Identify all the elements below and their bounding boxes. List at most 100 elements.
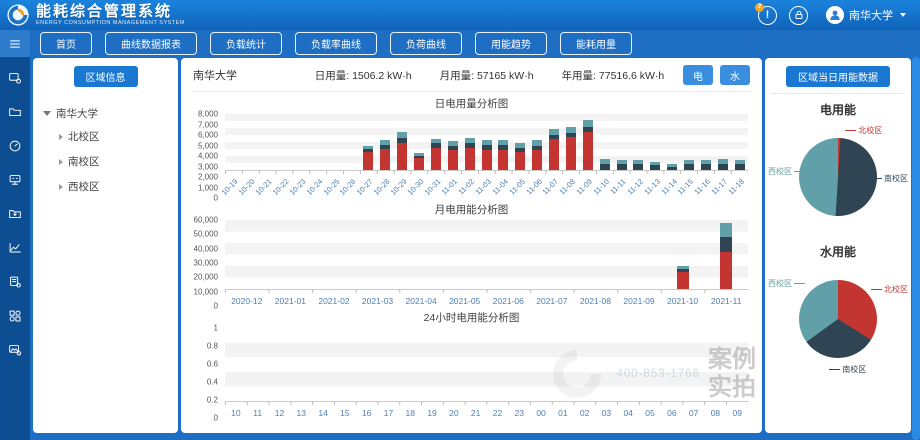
stacked-bar-2021-02[interactable]: [328, 220, 340, 289]
stacked-bar-2021-09[interactable]: [633, 220, 645, 289]
stacked-bar-10-22[interactable]: [279, 114, 289, 170]
stacked-bar-11-10[interactable]: [600, 114, 610, 170]
sidebar-item-image-config[interactable]: [0, 336, 30, 363]
tree-node-1[interactable]: 北校区: [41, 124, 170, 149]
nav-tab-4[interactable]: 负载率曲线: [295, 32, 377, 55]
nav-tab-2[interactable]: 曲线数据报表: [105, 32, 197, 55]
sidebar-item-line-chart[interactable]: [0, 234, 30, 261]
sidebar-item-report-config[interactable]: [0, 268, 30, 295]
sidebar-item-dashboard-config[interactable]: [0, 64, 30, 91]
lock-button[interactable]: [789, 6, 808, 25]
stacked-bar-11-13[interactable]: [650, 114, 660, 170]
stacked-bar-11-08[interactable]: [566, 114, 576, 170]
stacked-bar-11-01[interactable]: [448, 114, 458, 170]
bar-segment-南校区: [720, 237, 732, 251]
stacked-bar-10-25[interactable]: [330, 114, 340, 170]
stacked-bar-11-07[interactable]: [549, 114, 559, 170]
stacked-bar-2021-08[interactable]: [589, 220, 601, 289]
pie-label-north: 北校区: [845, 125, 882, 136]
user-menu[interactable]: 南华大学: [826, 6, 906, 24]
sidebar-item-display[interactable]: [0, 166, 30, 193]
stacked-bar-11-14[interactable]: [667, 114, 677, 170]
bar-slot: [546, 114, 563, 170]
sidebar-item-download-folder[interactable]: [0, 200, 30, 227]
stacked-bar-11-02[interactable]: [465, 114, 475, 170]
energy-button-2[interactable]: 水: [720, 65, 750, 85]
caret-right-icon: [59, 159, 63, 165]
scrollbar[interactable]: [912, 57, 920, 440]
y-tick-label: 0: [214, 302, 218, 311]
stacked-bar-10-26[interactable]: [347, 114, 357, 170]
x-tick-label: 2021-03: [356, 293, 400, 306]
nav-tab-3[interactable]: 负载统计: [210, 32, 282, 55]
x-tick-label: 13: [290, 405, 312, 418]
sidebar-item-menu[interactable]: [0, 30, 30, 57]
bar-slot: [242, 114, 259, 170]
bar-slot: [225, 220, 269, 289]
stacked-bar-2020-12[interactable]: [241, 220, 253, 289]
stacked-bar-10-31[interactable]: [431, 114, 441, 170]
tree-node-root[interactable]: 南华大学: [41, 103, 170, 124]
stacked-bar-11-17[interactable]: [718, 114, 728, 170]
stacked-bar-10-23[interactable]: [296, 114, 306, 170]
x-tick-label: 10-19: [220, 177, 240, 197]
stacked-bar-11-11[interactable]: [617, 114, 627, 170]
bar-slot: [486, 220, 530, 289]
energy-type-switch: 电水: [676, 65, 750, 85]
monthly-usage-chart: 月电用能分析图 60,00050,00040,00030,00020,00010…: [191, 202, 752, 306]
stacked-bar-2021-05[interactable]: [459, 220, 471, 289]
stacked-bar-11-18[interactable]: [735, 114, 745, 170]
bar-slot: [276, 114, 293, 170]
water-pie-chart[interactable]: [799, 280, 877, 358]
stacked-bar-2021-06[interactable]: [502, 220, 514, 289]
bar-segment-北校区: [363, 152, 373, 170]
y-tick-label: 1,000: [198, 183, 218, 192]
stacked-bar-11-16[interactable]: [701, 114, 711, 170]
stacked-bar-10-28[interactable]: [380, 114, 390, 170]
stacked-bar-11-06[interactable]: [532, 114, 542, 170]
stacked-bar-10-19[interactable]: [228, 114, 238, 170]
bar-slot: [508, 328, 530, 401]
stacked-bar-11-05[interactable]: [515, 114, 525, 170]
stacked-bar-11-15[interactable]: [684, 114, 694, 170]
alerts-button[interactable]: 2!: [758, 6, 777, 25]
stacked-bar-10-27[interactable]: [363, 114, 373, 170]
download-folder-icon: [7, 206, 23, 222]
stacked-bar-2021-01[interactable]: [284, 220, 296, 289]
bar-slot: [399, 220, 443, 289]
stacked-bar-10-21[interactable]: [262, 114, 272, 170]
electricity-pie-chart[interactable]: [799, 138, 877, 216]
bar-slot: [661, 220, 705, 289]
tree-node-2[interactable]: 南校区: [41, 149, 170, 174]
nav-tab-5[interactable]: 负荷曲线: [390, 32, 462, 55]
stacked-bar-2021-04[interactable]: [415, 220, 427, 289]
stacked-bar-11-04[interactable]: [498, 114, 508, 170]
tree-node-3[interactable]: 西校区: [41, 174, 170, 199]
stacked-bar-2021-11[interactable]: [720, 220, 732, 289]
bar-slot: [343, 114, 360, 170]
nav-tab-6[interactable]: 用能趋势: [475, 32, 547, 55]
stacked-bar-10-24[interactable]: [313, 114, 323, 170]
x-tick-label: 18: [399, 405, 421, 418]
stacked-bar-10-29[interactable]: [397, 114, 407, 170]
bar-slot: [312, 328, 334, 401]
bar-segment-南校区: [701, 164, 711, 170]
stacked-bar-2021-07[interactable]: [546, 220, 558, 289]
nav-tab-1[interactable]: 首页: [40, 32, 92, 55]
nav-tab-7[interactable]: 能耗用量: [560, 32, 632, 55]
stacked-bar-11-03[interactable]: [482, 114, 492, 170]
sidebar-item-folder[interactable]: [0, 98, 30, 125]
stacked-bar-2021-03[interactable]: [372, 220, 384, 289]
stacked-bar-10-30[interactable]: [414, 114, 424, 170]
energy-button-1[interactable]: 电: [683, 65, 713, 85]
bar-segment-南校区: [633, 164, 643, 170]
x-tick-label: 16: [356, 405, 378, 418]
stacked-bar-11-12[interactable]: [633, 114, 643, 170]
sidebar-item-apps-grid[interactable]: [0, 302, 30, 329]
stacked-bar-11-09[interactable]: [583, 114, 593, 170]
caret-down-icon: [43, 111, 51, 116]
stacked-bar-2021-10[interactable]: [677, 220, 689, 289]
stacked-bar-10-20[interactable]: [245, 114, 255, 170]
sidebar-item-gauge[interactable]: [0, 132, 30, 159]
y-tick-label: 0.2: [207, 396, 218, 405]
